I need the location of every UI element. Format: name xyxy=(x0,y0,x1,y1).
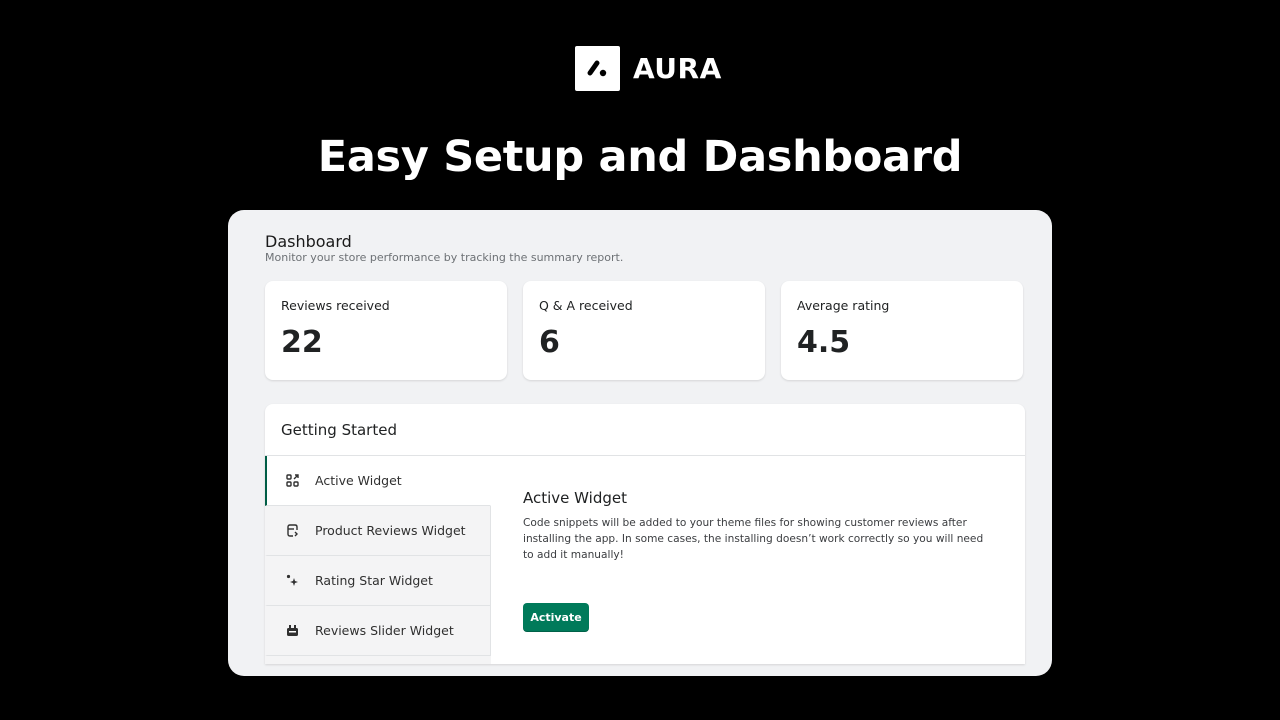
sparkle-star-icon xyxy=(285,574,299,588)
stat-label: Reviews received xyxy=(281,298,390,313)
stat-card-qa: Q & A received 6 xyxy=(523,281,765,380)
stat-value: 6 xyxy=(539,325,560,360)
stats-row: Reviews received 22 Q & A received 6 Ave… xyxy=(265,281,1023,380)
stat-card-rating: Average rating 4.5 xyxy=(781,281,1023,380)
tab-label: Reviews Slider Widget xyxy=(315,623,454,638)
tab-product-reviews-widget[interactable]: Product Reviews Widget xyxy=(265,506,491,556)
tab-reviews-slider-widget[interactable]: Reviews Slider Widget xyxy=(265,606,491,656)
hero-title: Easy Setup and Dashboard xyxy=(317,132,963,182)
brand: AURA xyxy=(575,45,722,91)
product-review-icon xyxy=(285,524,299,538)
getting-started-title: Getting Started xyxy=(265,404,1025,456)
stat-label: Average rating xyxy=(797,298,890,313)
content-title: Active Widget xyxy=(523,489,627,507)
brand-name: AURA xyxy=(633,51,722,85)
page-subtitle: Monitor your store performance by tracki… xyxy=(265,251,624,264)
tab-rating-star-widget[interactable]: Rating Star Widget xyxy=(265,556,491,606)
tab-label: Active Widget xyxy=(315,473,402,488)
apps-arrow-icon xyxy=(285,474,299,488)
tab-active-widget[interactable]: Active Widget xyxy=(265,456,491,506)
stat-value: 4.5 xyxy=(797,325,851,360)
dashboard-panel: Dashboard Monitor your store performance… xyxy=(228,210,1052,676)
tab-label: Rating Star Widget xyxy=(315,573,433,588)
tab-label: Product Reviews Widget xyxy=(315,523,466,538)
stat-label: Q & A received xyxy=(539,298,633,313)
stat-value: 22 xyxy=(281,325,323,360)
content-description: Code snippets will be added to your them… xyxy=(523,517,984,561)
getting-started-card: Getting Started Active Widget Product Re… xyxy=(265,404,1025,664)
tab-content: Active Widget Code snippets will be adde… xyxy=(491,456,1025,664)
page-title: Dashboard xyxy=(265,232,352,251)
aura-logo-icon xyxy=(575,45,620,91)
stat-card-reviews: Reviews received 22 xyxy=(265,281,507,380)
activate-button[interactable]: Activate xyxy=(523,603,589,632)
widget-tabs: Active Widget Product Reviews Widget Rat… xyxy=(265,456,491,664)
slider-icon xyxy=(285,624,299,638)
